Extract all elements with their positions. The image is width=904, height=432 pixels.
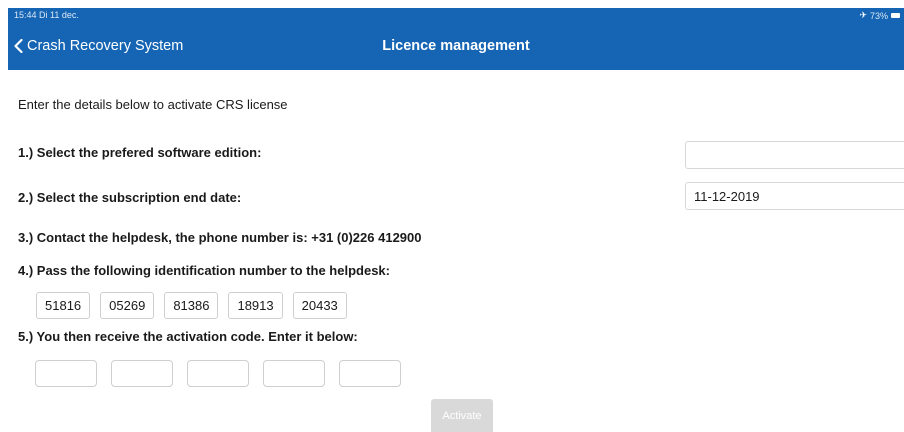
activation-code-field-1[interactable] xyxy=(35,360,97,387)
end-date-field[interactable] xyxy=(685,182,904,210)
status-time: 15:44 Di 11 dec. xyxy=(14,10,79,20)
activation-code-inputs xyxy=(35,360,401,387)
activate-button[interactable]: Activate xyxy=(431,399,493,432)
identification-number: 51816 05269 81386 18913 20433 xyxy=(36,292,347,319)
id-part-2: 05269 xyxy=(100,292,155,319)
step1-label: 1.) Select the prefered software edition… xyxy=(18,145,262,160)
status-indicators: ✈ 73% xyxy=(859,10,900,21)
activation-code-field-3[interactable] xyxy=(187,360,249,387)
intro-text: Enter the details below to activate CRS … xyxy=(18,97,288,112)
page-title: Licence management xyxy=(382,38,530,54)
id-part-5: 20433 xyxy=(292,292,347,319)
activation-code-field-4[interactable] xyxy=(263,360,325,387)
step4-label: 4.) Pass the following identification nu… xyxy=(18,263,390,278)
edition-select[interactable] xyxy=(685,141,904,169)
step3-label: 3.) Contact the helpdesk, the phone numb… xyxy=(18,230,422,245)
activation-code-field-5[interactable] xyxy=(339,360,401,387)
top-bar: 15:44 Di 11 dec. ✈ 73% Crash Recovery Sy… xyxy=(8,8,904,70)
activation-code-field-2[interactable] xyxy=(111,360,173,387)
id-part-1: 51816 xyxy=(36,292,91,319)
battery-icon xyxy=(891,13,900,18)
step2-label: 2.) Select the subscription end date: xyxy=(18,190,242,205)
airplane-icon: ✈ xyxy=(859,10,867,20)
id-part-3: 81386 xyxy=(164,292,219,319)
id-part-4: 18913 xyxy=(228,292,283,319)
step5-label: 5.) You then receive the activation code… xyxy=(18,329,358,344)
battery-percent: 73% xyxy=(869,10,888,21)
